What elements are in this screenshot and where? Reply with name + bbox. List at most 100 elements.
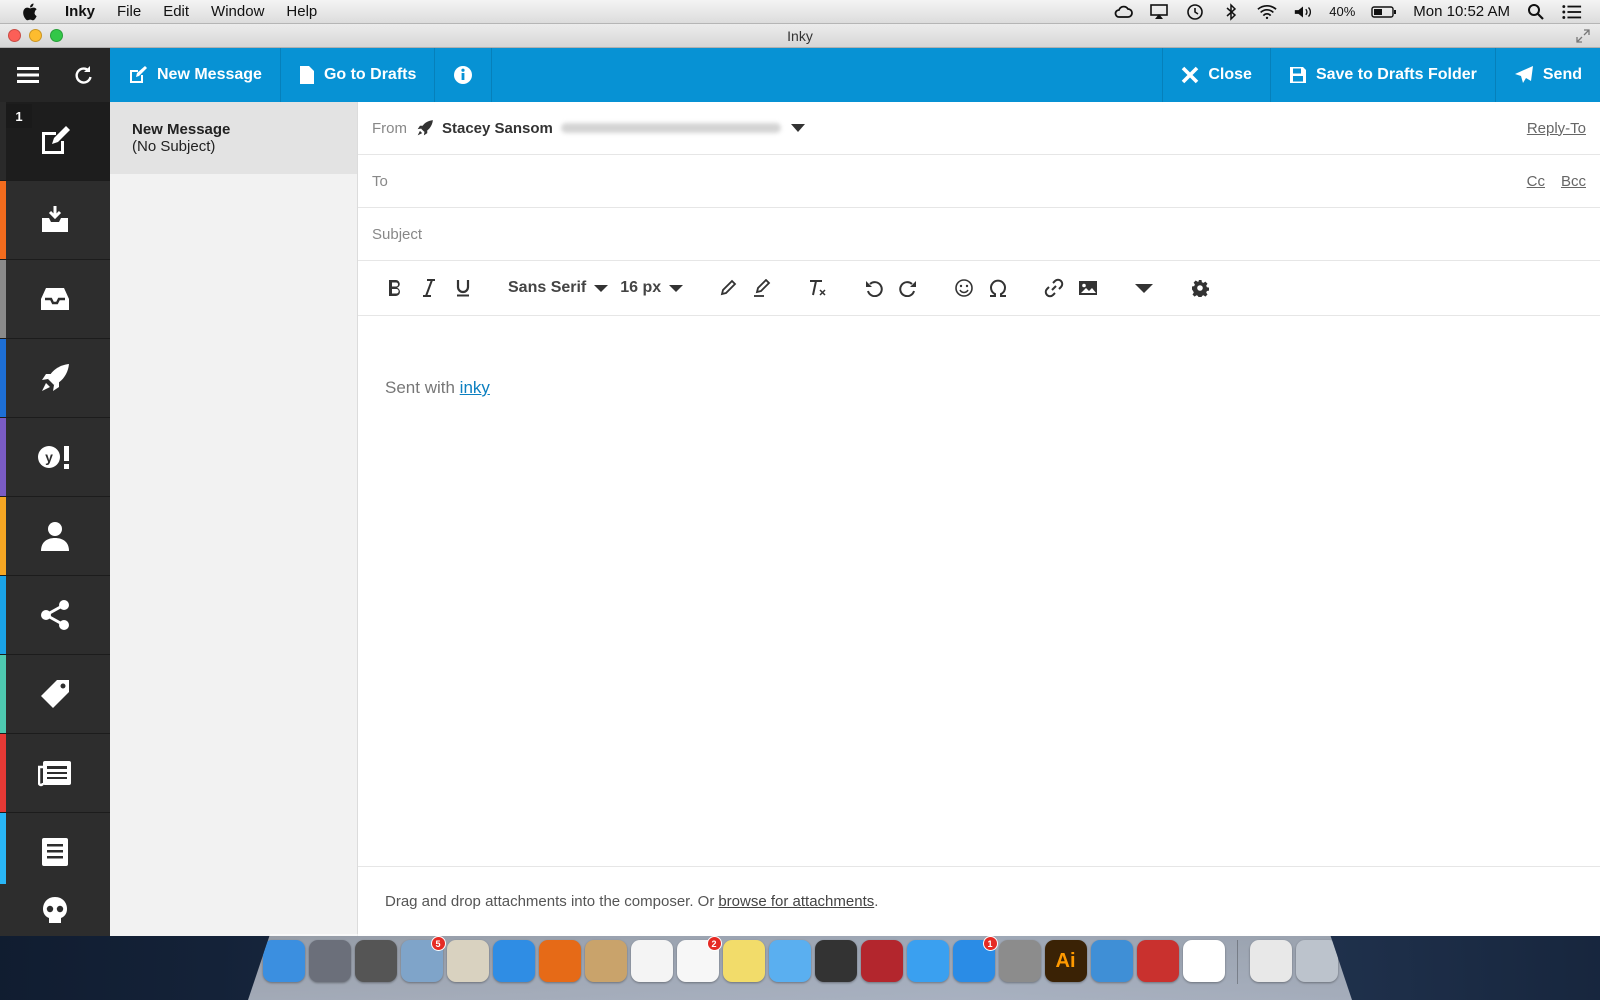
menu-edit[interactable]: Edit	[152, 3, 200, 20]
underline-icon[interactable]	[446, 273, 480, 303]
inbox-tray-icon	[41, 288, 69, 310]
bluetooth-icon[interactable]	[1221, 2, 1241, 21]
zoom-window-button[interactable]	[50, 29, 63, 42]
illustrator-icon[interactable]: Ai	[1044, 940, 1087, 982]
volume-icon[interactable]	[1293, 3, 1313, 21]
menubar-clock[interactable]: Mon 10:52 AM	[1413, 3, 1510, 20]
browse-attachments-link[interactable]: browse for attachments	[718, 893, 874, 910]
from-label: From	[372, 119, 407, 137]
launchpad-icon[interactable]	[308, 940, 351, 982]
battery-icon[interactable]	[1371, 3, 1397, 21]
reminders-icon[interactable]: 2	[676, 936, 722, 982]
close-window-button[interactable]	[8, 29, 21, 42]
spotlight-icon[interactable]	[1526, 3, 1546, 21]
menu-help[interactable]: Help	[275, 3, 328, 20]
font-family-select[interactable]: Sans Serif	[502, 279, 614, 297]
stickies-icon[interactable]	[722, 940, 765, 982]
redo-icon[interactable]	[891, 273, 925, 303]
message-body-editor[interactable]: Sent with inky	[358, 316, 1600, 860]
italic-icon[interactable]	[412, 273, 446, 303]
rail-item-sent[interactable]	[0, 339, 110, 418]
photo-booth-icon[interactable]	[354, 940, 397, 982]
creative-cloud-icon[interactable]	[1113, 3, 1134, 21]
rail-item-tags[interactable]	[0, 655, 110, 734]
text-color-icon[interactable]	[711, 273, 745, 303]
font-size-select[interactable]: 16 px	[614, 279, 689, 297]
link-icon[interactable]	[1037, 273, 1071, 303]
trash-icon[interactable]	[1295, 940, 1338, 982]
notification-center-icon[interactable]	[1562, 3, 1582, 21]
special-character-icon[interactable]	[981, 273, 1015, 303]
settings-gear-icon[interactable]	[1183, 273, 1217, 303]
rail-item-contacts[interactable]	[0, 497, 110, 576]
itunes-icon[interactable]	[906, 940, 949, 982]
save-drafts-button[interactable]: Save to Drafts Folder	[1269, 48, 1495, 102]
refresh-icon[interactable]	[55, 48, 110, 102]
from-account-name[interactable]: Stacey Sansom	[442, 120, 553, 137]
subject-row[interactable]: Subject	[358, 208, 1600, 261]
airplay-icon[interactable]	[1149, 3, 1169, 21]
image-icon[interactable]	[1071, 273, 1105, 303]
document-icon[interactable]	[1249, 940, 1292, 982]
menu-file[interactable]: File	[106, 3, 152, 20]
menu-window[interactable]: Window	[200, 3, 275, 20]
messages-icon[interactable]	[768, 940, 811, 982]
rail-item-all-mail[interactable]	[0, 260, 110, 339]
caret-down-icon[interactable]	[790, 123, 805, 133]
compose-count-badge: 1	[6, 104, 32, 128]
emoji-icon[interactable]	[947, 273, 981, 303]
list-item[interactable]: New Message (No Subject)	[110, 102, 357, 174]
rail-item-compose[interactable]: 1	[0, 102, 110, 181]
apple-menu-icon[interactable]	[20, 2, 40, 22]
safari-icon[interactable]	[492, 940, 535, 982]
cc-link[interactable]: Cc	[1527, 173, 1545, 190]
new-message-button[interactable]: New Message	[110, 48, 281, 102]
info-button[interactable]	[435, 48, 493, 102]
dock-icon-label: Ai	[1055, 949, 1076, 972]
attachment-hint: Drag and drop attachments into the compo…	[385, 893, 715, 910]
filezilla-icon[interactable]	[1136, 940, 1179, 982]
rail-item-notes[interactable]	[0, 813, 110, 892]
calendar-icon[interactable]	[630, 940, 673, 982]
hamburger-menu-icon[interactable]	[0, 48, 55, 102]
fullscreen-icon[interactable]	[1576, 29, 1590, 43]
share-icon	[41, 600, 69, 630]
list-item-title: New Message	[132, 121, 231, 138]
rail-item-inbox[interactable]	[0, 181, 110, 260]
window-controls	[8, 29, 63, 42]
send-button[interactable]: Send	[1494, 48, 1600, 102]
tag-icon	[41, 680, 69, 708]
to-row[interactable]: To Cc Bcc	[358, 155, 1600, 208]
battery-percent[interactable]: 40%	[1329, 4, 1355, 19]
rail-item-news[interactable]	[0, 734, 110, 813]
inky-icon[interactable]	[1182, 940, 1225, 982]
firefox-icon[interactable]	[538, 940, 581, 982]
directory-utility-icon[interactable]	[446, 940, 489, 982]
inky-link[interactable]: inky	[460, 378, 490, 397]
go-to-drafts-button[interactable]: Go to Drafts	[281, 48, 436, 102]
minimize-window-button[interactable]	[29, 29, 42, 42]
facetime-icon[interactable]	[814, 940, 857, 982]
app-store-icon[interactable]: 1	[952, 936, 998, 982]
mail-icon[interactable]: 5	[400, 936, 446, 982]
rail-item-yahoo[interactable]: y	[0, 418, 110, 497]
highlighter-icon[interactable]	[745, 273, 779, 303]
inky-skull-icon[interactable]	[41, 895, 69, 925]
finder-icon[interactable]	[262, 940, 305, 982]
reply-to-link[interactable]: Reply-To	[1527, 120, 1586, 137]
clear-formatting-icon[interactable]	[801, 273, 835, 303]
menu-app-name[interactable]: Inky	[54, 3, 106, 20]
attachment-dropzone[interactable]: Drag and drop attachments into the compo…	[358, 866, 1600, 936]
wifi-icon[interactable]	[1257, 3, 1277, 21]
rail-item-social[interactable]	[0, 576, 110, 655]
system-preferences-icon[interactable]	[998, 940, 1041, 982]
contacts-icon[interactable]	[584, 940, 627, 982]
bold-icon[interactable]	[378, 273, 412, 303]
time-machine-icon[interactable]	[1185, 3, 1205, 21]
photo-icon[interactable]	[860, 940, 903, 982]
more-options-caret-icon[interactable]	[1127, 273, 1161, 303]
undo-icon[interactable]	[857, 273, 891, 303]
bcc-link[interactable]: Bcc	[1561, 173, 1586, 190]
close-button[interactable]: Close	[1162, 48, 1270, 102]
sourcetree-icon[interactable]	[1090, 940, 1133, 982]
